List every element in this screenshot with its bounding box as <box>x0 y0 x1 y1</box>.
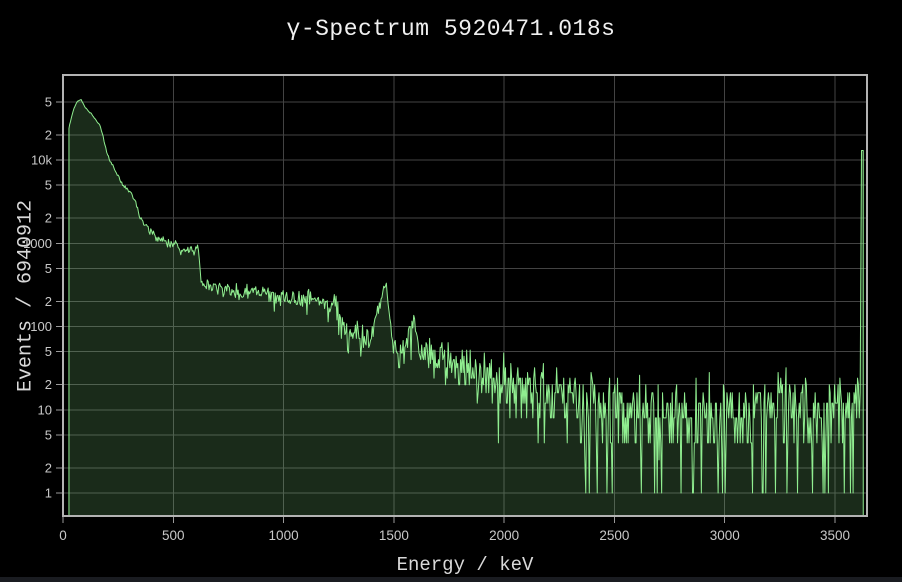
y-tick-label: 10 <box>38 402 52 417</box>
window-bottom-edge <box>0 577 902 582</box>
spectrum-chart: 1 2 5 10 2 5 100 2 5 1000 2 5 10k 2 5 0 500 1000 1500 2000 2… <box>0 0 902 582</box>
y-tick-label: 5 <box>45 261 52 276</box>
y-tick-label: 5 <box>45 427 52 442</box>
y-tick-label: 5 <box>45 344 52 359</box>
gamma-spectrum-window: γ-Spectrum 5920471.018s Events / 6940912… <box>0 0 902 582</box>
y-tick-label: 2 <box>45 460 52 475</box>
y-tick-label: 1000 <box>23 236 52 251</box>
y-tick-label: 2 <box>45 211 52 226</box>
x-tick-label: 0 <box>59 528 67 543</box>
x-tick-label: 3500 <box>820 528 850 543</box>
x-tick-label: 500 <box>162 528 185 543</box>
x-tick-label: 2000 <box>489 528 519 543</box>
x-axis-title: Energy / keV <box>63 554 867 576</box>
x-tick-label: 1000 <box>269 528 299 543</box>
y-tick-label: 5 <box>45 178 52 193</box>
y-tick-label: 10k <box>31 153 52 168</box>
x-tick-label: 2500 <box>599 528 629 543</box>
y-tick-label: 2 <box>45 377 52 392</box>
y-tick-label: 5 <box>45 94 52 109</box>
y-tick-label: 100 <box>30 319 52 334</box>
x-tick-label: 3000 <box>710 528 740 543</box>
y-tick-label: 2 <box>45 294 52 309</box>
spectrum-fill <box>69 100 863 516</box>
y-tick-labels: 1 2 5 10 2 5 100 2 5 1000 2 5 10k 2 5 <box>23 94 52 500</box>
x-tick-label: 1500 <box>379 528 409 543</box>
x-tick-labels: 0 500 1000 1500 2000 2500 3000 3500 <box>59 528 850 543</box>
y-tick-label: 1 <box>45 486 52 501</box>
y-tick-label: 2 <box>45 127 52 142</box>
